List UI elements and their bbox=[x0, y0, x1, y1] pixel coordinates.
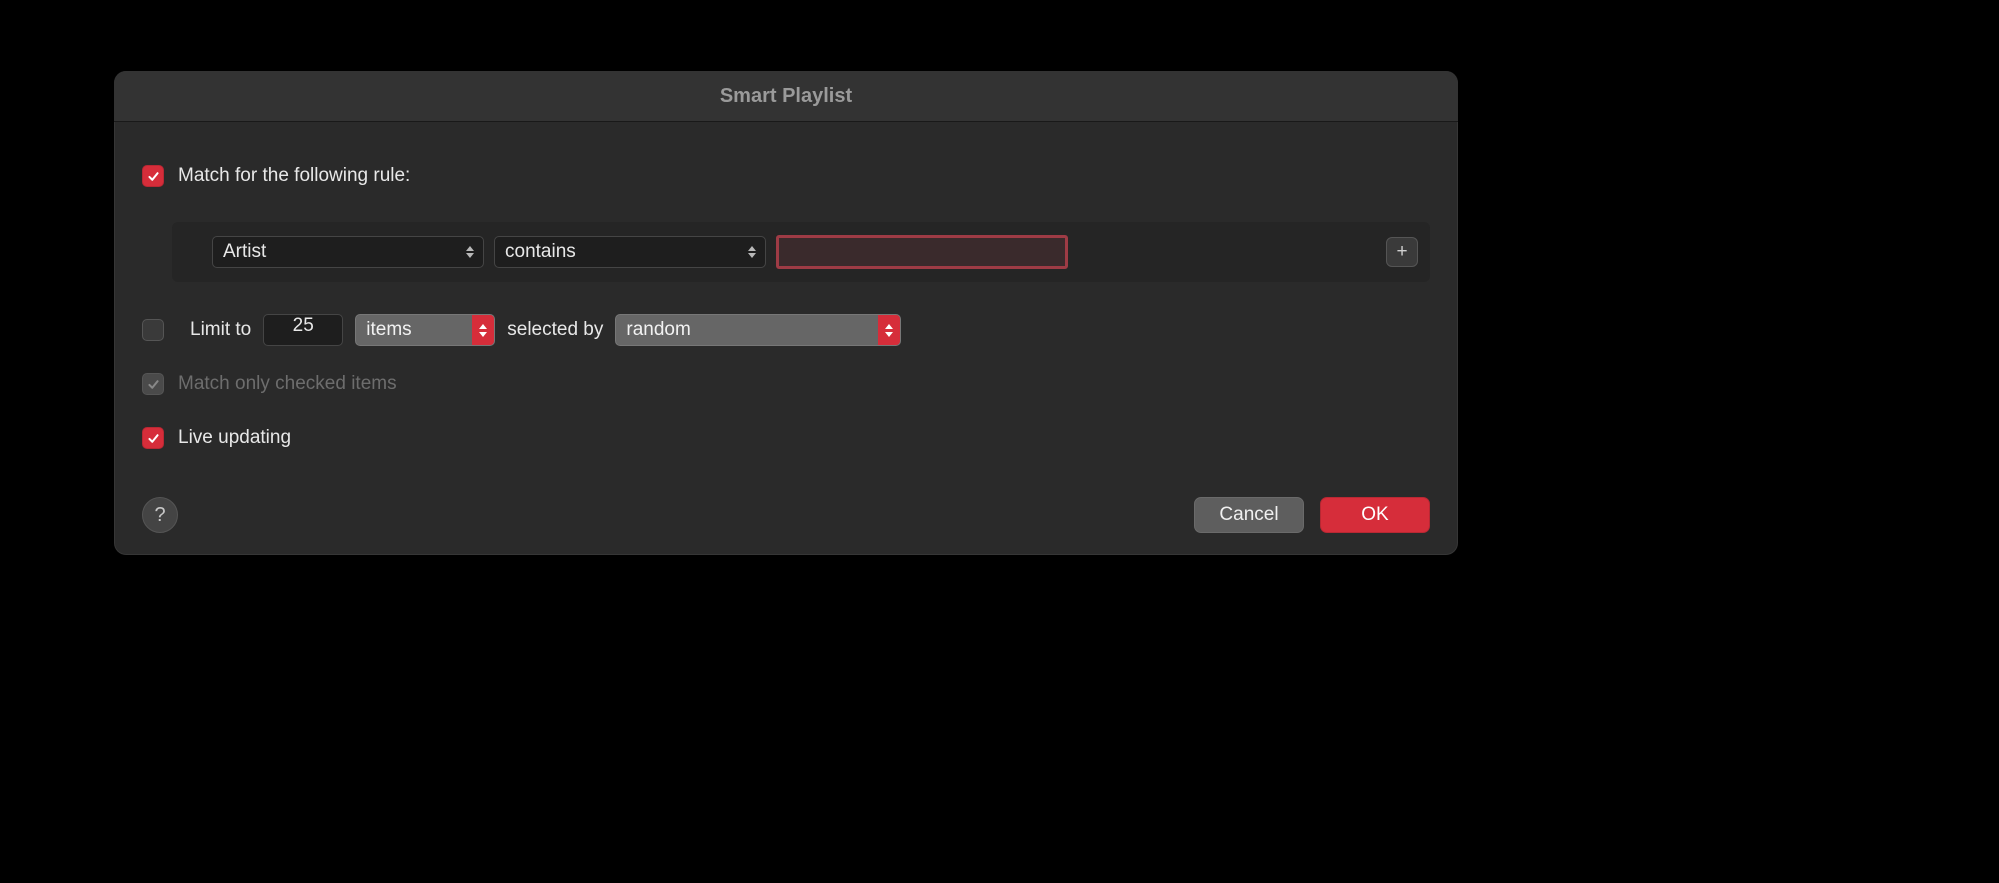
match-rule-row: Match for the following rule: bbox=[142, 158, 1430, 194]
rule-value-input[interactable] bbox=[776, 235, 1068, 269]
updown-icon bbox=[745, 242, 759, 262]
limit-selected-by-label: selected by bbox=[507, 319, 603, 341]
updown-icon bbox=[463, 242, 477, 262]
smart-playlist-dialog: Smart Playlist Match for the following r… bbox=[114, 71, 1458, 555]
limit-unit-value: items bbox=[366, 319, 411, 341]
match-checked-items-checkbox bbox=[142, 373, 164, 395]
match-checked-items-label: Match only checked items bbox=[178, 373, 397, 395]
live-updating-row: Live updating bbox=[142, 420, 1430, 456]
ok-button[interactable]: OK bbox=[1320, 497, 1430, 533]
updown-icon bbox=[878, 315, 900, 345]
limit-count-input[interactable]: 25 bbox=[263, 314, 343, 346]
live-updating-label: Live updating bbox=[178, 427, 291, 449]
rule-field-value: Artist bbox=[223, 241, 266, 263]
match-rule-label: Match for the following rule: bbox=[178, 165, 410, 187]
rule-operator-select[interactable]: contains bbox=[494, 236, 766, 268]
limit-selected-by-value: random bbox=[626, 319, 690, 341]
cancel-button[interactable]: Cancel bbox=[1194, 497, 1304, 533]
match-rule-checkbox[interactable] bbox=[142, 165, 164, 187]
rule-row: Artist contains + bbox=[172, 222, 1430, 282]
updown-icon bbox=[472, 315, 494, 345]
limit-row: Limit to 25 items selected by random bbox=[142, 312, 1430, 348]
dialog-content: Match for the following rule: Artist con… bbox=[114, 122, 1458, 555]
add-rule-button[interactable]: + bbox=[1386, 237, 1418, 267]
limit-label: Limit to bbox=[190, 319, 251, 341]
help-button[interactable]: ? bbox=[142, 497, 178, 533]
limit-unit-select[interactable]: items bbox=[355, 314, 495, 346]
rule-field-select[interactable]: Artist bbox=[212, 236, 484, 268]
live-updating-checkbox[interactable] bbox=[142, 427, 164, 449]
help-icon: ? bbox=[154, 504, 165, 527]
limit-selected-by-select[interactable]: random bbox=[615, 314, 901, 346]
match-checked-items-row: Match only checked items bbox=[142, 366, 1430, 402]
dialog-title: Smart Playlist bbox=[114, 71, 1458, 122]
plus-icon: + bbox=[1396, 241, 1407, 263]
limit-checkbox[interactable] bbox=[142, 319, 164, 341]
rule-operator-value: contains bbox=[505, 241, 576, 263]
dialog-footer: ? Cancel OK bbox=[142, 497, 1430, 533]
